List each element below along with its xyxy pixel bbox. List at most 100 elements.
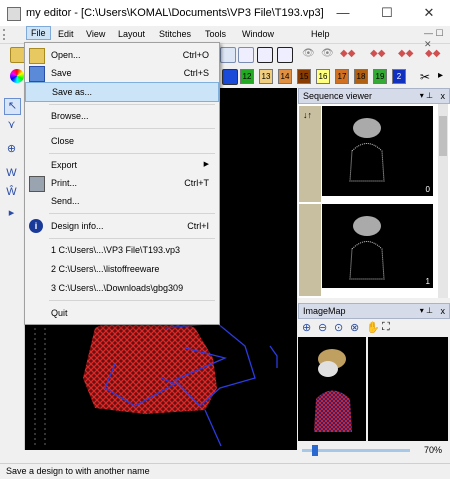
red-stitch-region [83,315,217,414]
color-swatch[interactable]: 2 [392,69,406,84]
menu-separator [49,128,215,129]
text-w2-icon[interactable]: Ŵ [4,185,19,200]
menu-edit[interactable]: Edit [54,28,78,40]
status-bar: Save a design to with another name [0,463,450,479]
zoom-fit-icon[interactable]: ⊙ [334,321,343,334]
expand-icon[interactable]: ▸ [4,206,19,221]
menu-view[interactable]: View [82,28,109,40]
menu-item-label: Quit [51,308,68,318]
sequence-scrollbar[interactable] [438,104,448,298]
menu-item-recent-2[interactable]: 2 C:\Users\...\listoffreeware [25,260,219,278]
left-toolbar: ↖ ⋎ ⊕ W Ŵ ▸ [0,88,25,450]
menu-item-recent-3[interactable]: 3 C:\Users\...\Downloads\gbg309 [25,279,219,297]
zoom-slider[interactable] [302,445,410,456]
color-swatch[interactable]: 12 [240,69,254,84]
arrows-4-icon[interactable]: ◆◆ [425,48,440,59]
zoom-icon[interactable]: ⊕ [4,142,19,157]
pane-close-icon[interactable]: x [441,89,446,103]
menu-item-label: Browse... [51,111,89,121]
imagemap-viewport[interactable] [368,337,448,441]
arrows-3-icon[interactable]: ◆◆ [398,48,413,59]
menu-item-save-as[interactable]: Save as... [25,82,219,102]
color-swatch[interactable]: 16 [316,69,330,84]
imagemap-preview[interactable] [298,337,366,441]
frame-number: 1 [425,277,430,286]
save-disk-icon [29,66,45,82]
color-swatch[interactable]: 17 [335,69,349,84]
sequence-frame[interactable]: 0 [322,106,433,196]
menu-item-export[interactable]: Export ▶ [25,156,219,174]
menu-item-label: Print... [51,178,78,188]
color-wheel-icon[interactable] [10,69,24,83]
fit-page-icon[interactable]: ⛶ [382,321,390,334]
color-swatch[interactable]: 18 [354,69,368,84]
blue-color-icon[interactable] [222,69,238,85]
split-tool-icon[interactable] [238,47,254,63]
menu-item-browse[interactable]: Browse... [25,107,219,125]
zoom-in-icon[interactable]: ⊕ [302,321,311,334]
text-w-icon[interactable]: W [4,166,19,181]
scroll-thumb[interactable] [439,116,447,156]
color-swatch[interactable]: 19 [373,69,387,84]
menu-item-close[interactable]: Close [25,132,219,150]
eye-2-icon[interactable]: 👁 [321,48,334,59]
menu-tools[interactable]: Tools [201,28,230,40]
layout-tool-icon[interactable] [220,47,236,63]
stitch-tool-icon[interactable]: ⋎ [4,118,19,133]
arrows-icon[interactable]: ◆◆ [340,48,355,59]
menu-separator [49,238,215,239]
close-button[interactable]: ✕ [408,0,450,26]
cross-box-icon[interactable] [257,47,273,63]
menu-item-recent-1[interactable]: 1 C:\Users\...\VP3 File\T193.vp3 [25,241,219,259]
menu-item-label: 3 C:\Users\...\Downloads\gbg309 [51,283,184,293]
menu-item-shortcut: Ctrl+S [183,68,209,78]
hand-pan-icon[interactable]: ✋ [366,321,380,334]
menu-item-label: Save [51,68,72,78]
grip-handle [3,29,15,40]
info-icon: i [29,219,43,233]
menu-stitches[interactable]: Stitches [155,28,195,40]
menu-item-open[interactable]: Open... Ctrl+O [25,46,219,64]
imagemap-pane: ImageMap ▾ ⊥ x ⊕ ⊖ ⊙ ⊗ ✋ ⛶ 70% [298,303,450,463]
toolbar-chevron-icon[interactable]: ▸ [438,70,443,81]
menu-item-design-info[interactable]: i Design info... Ctrl+I [25,217,219,235]
color-swatch[interactable]: 15 [297,69,311,84]
sequence-frame[interactable]: 1 [322,204,433,288]
app-icon [7,7,21,21]
status-text: Save a design to with another name [6,466,150,476]
scissors-icon[interactable]: ✂ [420,70,430,84]
menu-file[interactable]: File [26,26,51,40]
zoom-region-icon[interactable]: ⊗ [350,321,359,334]
menu-item-print[interactable]: Print... Ctrl+T [25,174,219,192]
zoom-out-icon[interactable]: ⊖ [318,321,327,334]
menu-separator [49,213,215,214]
menu-help[interactable]: Help [307,28,334,40]
color-swatch[interactable]: 13 [259,69,273,84]
maximize-button[interactable]: ☐ [366,0,408,26]
cross-box-2-icon[interactable] [277,47,293,63]
sort-icon[interactable]: ↓↑ [303,110,312,120]
menu-item-label: Export [51,160,78,170]
menu-item-send[interactable]: Send... [25,192,219,210]
menu-item-label: Send... [51,196,80,206]
sequence-frame-preview [349,216,385,280]
color-swatch[interactable]: 14 [278,69,292,84]
arrows-2-icon[interactable]: ◆◆ [370,48,385,59]
submenu-arrow-icon: ▶ [203,161,209,168]
menu-item-label: Save as... [52,87,93,97]
select-arrow-icon[interactable]: ↖ [4,98,21,115]
zoom-slider-thumb[interactable] [312,445,318,456]
pane-close-icon[interactable]: x [441,304,446,318]
minimize-button[interactable]: — [322,0,364,26]
sequence-list[interactable]: ↓↑ 0 1 [298,104,438,298]
menu-item-save[interactable]: Save Ctrl+S [25,64,219,82]
eye-icon[interactable]: 👁 [302,48,315,59]
menu-separator [49,104,215,105]
menu-item-quit[interactable]: Quit [25,304,219,322]
pin-icon[interactable]: ▾ ⊥ [420,89,433,103]
menu-window[interactable]: Window [238,28,278,40]
pin-icon[interactable]: ▾ ⊥ [420,304,433,318]
sequence-color-bar [299,204,321,296]
menu-layout[interactable]: Layout [114,28,149,40]
sequence-viewer-header: Sequence viewer ▾ ⊥ x [298,88,450,104]
